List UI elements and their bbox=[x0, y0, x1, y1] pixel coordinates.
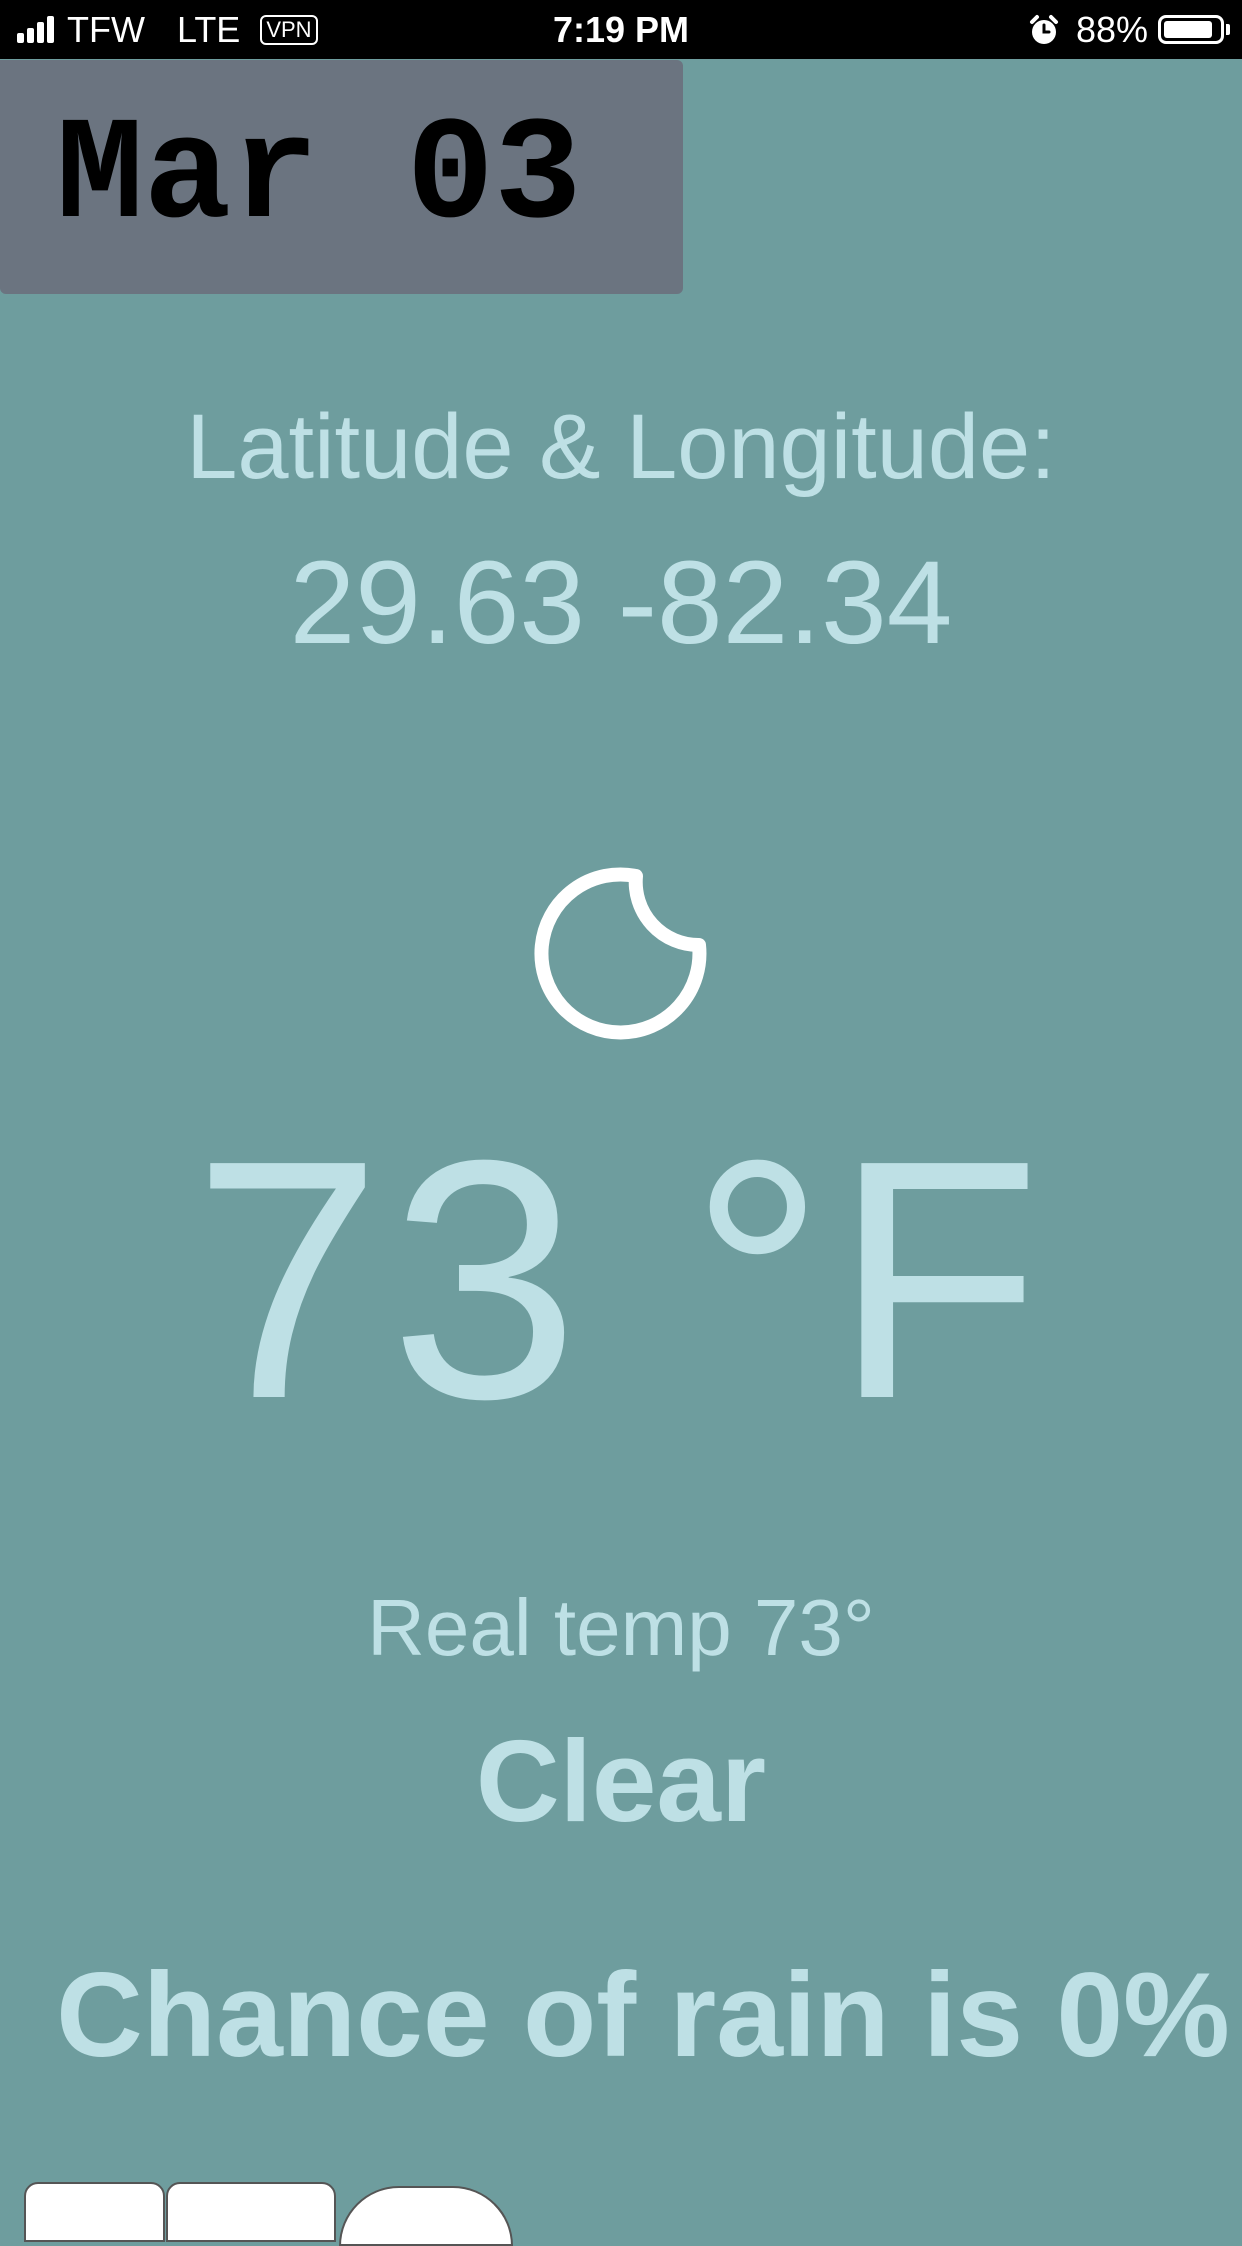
temperature: 73 °F bbox=[192, 1090, 1050, 1470]
moon-icon bbox=[534, 867, 707, 1040]
nav-tab-1[interactable] bbox=[24, 2182, 165, 2242]
coordinates-label: Latitude & Longitude: bbox=[186, 396, 1056, 498]
nav-tab-3[interactable] bbox=[339, 2186, 513, 2246]
date-box: Mar 03 bbox=[0, 60, 683, 294]
weather-condition: Clear bbox=[475, 1716, 767, 1846]
rain-chance: Chance of rain is 0% bbox=[56, 1948, 1230, 2082]
status-bar: TFW LTE VPN 7:19 PM 88% bbox=[0, 0, 1242, 59]
real-temp: Real temp 73° bbox=[367, 1583, 875, 1672]
battery-nub bbox=[1226, 24, 1230, 35]
battery-percent: 88% bbox=[1075, 8, 1148, 50]
coordinates-value: 29.63 -82.34 bbox=[289, 537, 953, 669]
status-right: 88% bbox=[1028, 0, 1230, 59]
date-label: Mar 03 bbox=[56, 94, 582, 260]
nav-tab-2[interactable] bbox=[166, 2182, 336, 2242]
battery-fill bbox=[1164, 21, 1212, 38]
alarm-icon bbox=[1029, 14, 1058, 44]
battery-icon bbox=[1158, 15, 1224, 44]
